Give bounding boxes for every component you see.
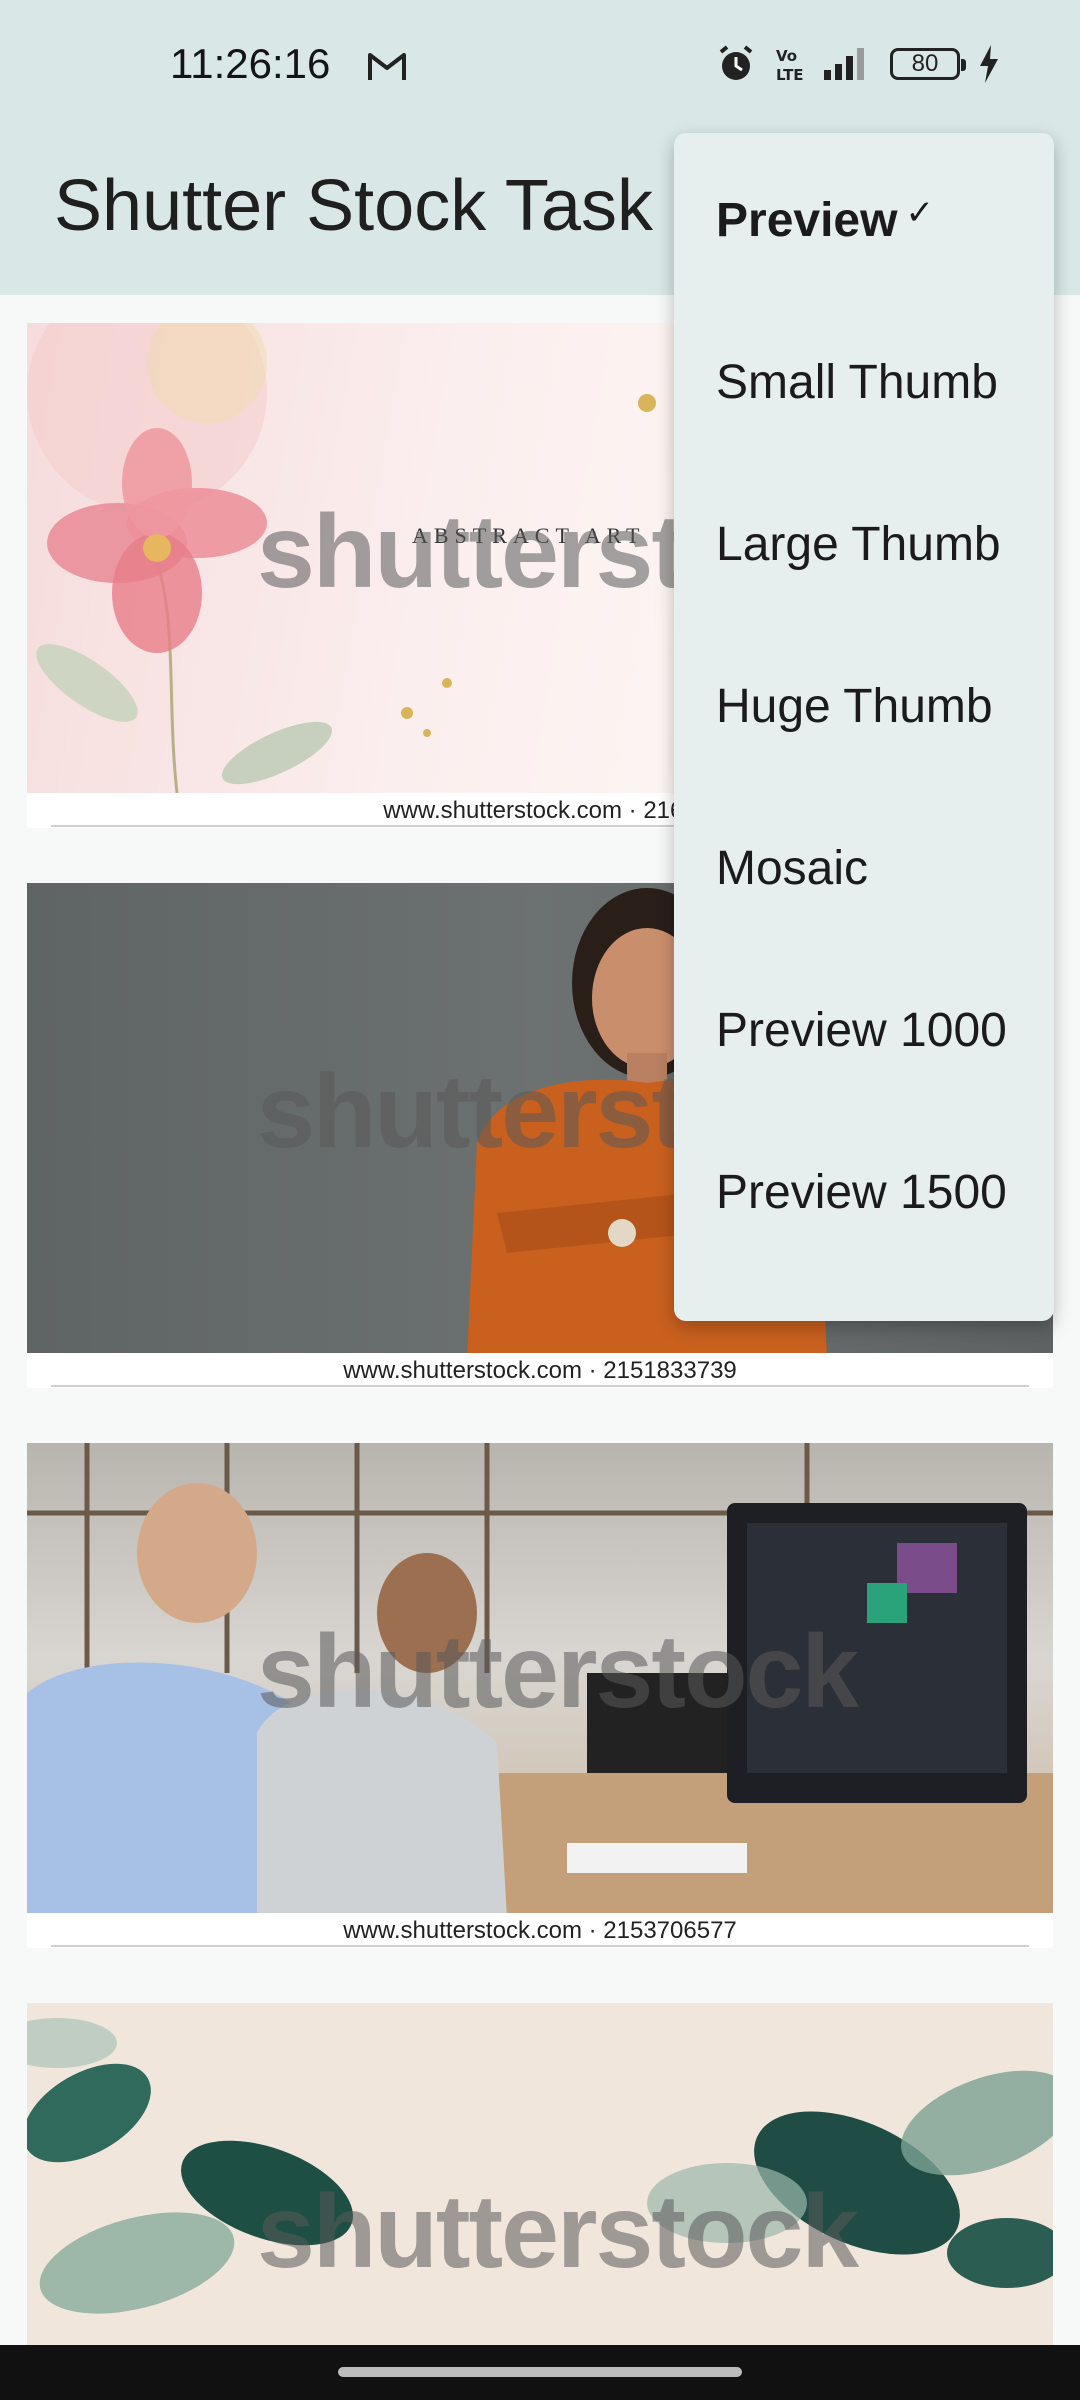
- status-time: 11:26:16: [170, 40, 331, 87]
- svg-text:Vo: Vo: [776, 47, 797, 65]
- image-caption: www.shutterstock.com · 2151833739: [27, 1353, 1053, 1388]
- menu-item-label: Preview 1500: [716, 1166, 1007, 1219]
- menu-item-preview-1000[interactable]: Preview 1000: [674, 950, 1054, 1112]
- status-bar: 11:26:16 Vo LTE 80: [0, 0, 1080, 135]
- battery-level: 80: [911, 50, 939, 77]
- menu-item-label: Preview: [716, 194, 898, 247]
- page-title: Shutter Stock Task: [54, 166, 653, 246]
- office-photo: [27, 1443, 1053, 1918]
- alarm-icon: [719, 45, 753, 80]
- menu-item-preview[interactable]: Preview ✓: [674, 140, 1054, 302]
- stock-image: shutterstock: [27, 1443, 1053, 1918]
- checkmark-icon: ✓: [905, 194, 934, 232]
- menu-item-huge-thumb[interactable]: Huge Thumb: [674, 626, 1054, 788]
- leaves-illustration: [27, 2018, 1053, 2314]
- stock-image: shutterstock: [27, 2003, 1053, 2345]
- image-card[interactable]: shutterstock: [27, 2003, 1053, 2345]
- menu-item-label: Small Thumb: [716, 356, 998, 409]
- image-size-menu[interactable]: Preview ✓ Small Thumb Large Thumb Huge Th…: [674, 133, 1054, 1321]
- image-card[interactable]: shutterstock www.shutterstock.com · 2153…: [27, 1443, 1053, 1948]
- signal-icon: [824, 48, 864, 80]
- divider: [51, 1945, 1029, 1947]
- divider: [51, 1385, 1029, 1387]
- svg-text:LTE: LTE: [776, 66, 804, 84]
- home-gesture-handle[interactable]: [338, 2367, 742, 2377]
- menu-item-preview-1500[interactable]: Preview 1500: [674, 1112, 1054, 1274]
- overlay-text: ABSTRACT ART: [412, 523, 646, 548]
- menu-item-large-thumb[interactable]: Large Thumb: [674, 464, 1054, 626]
- menu-item-label: Huge Thumb: [716, 680, 993, 733]
- navigation-bar: [0, 2345, 1080, 2400]
- charging-icon: [980, 45, 998, 83]
- menu-item-label: Preview 1000: [716, 1004, 1007, 1057]
- status-icons: Vo LTE 80: [716, 44, 1000, 84]
- menu-item-label: Mosaic: [716, 842, 869, 895]
- image-caption: www.shutterstock.com · 2153706577: [27, 1913, 1053, 1948]
- menu-item-mosaic[interactable]: Mosaic: [674, 788, 1054, 950]
- menu-item-label: Large Thumb: [716, 518, 1001, 571]
- battery-icon: 80: [890, 48, 966, 80]
- volte-icon: Vo LTE: [776, 47, 804, 84]
- menu-item-small-thumb[interactable]: Small Thumb: [674, 302, 1054, 464]
- gmail-icon: [368, 53, 406, 80]
